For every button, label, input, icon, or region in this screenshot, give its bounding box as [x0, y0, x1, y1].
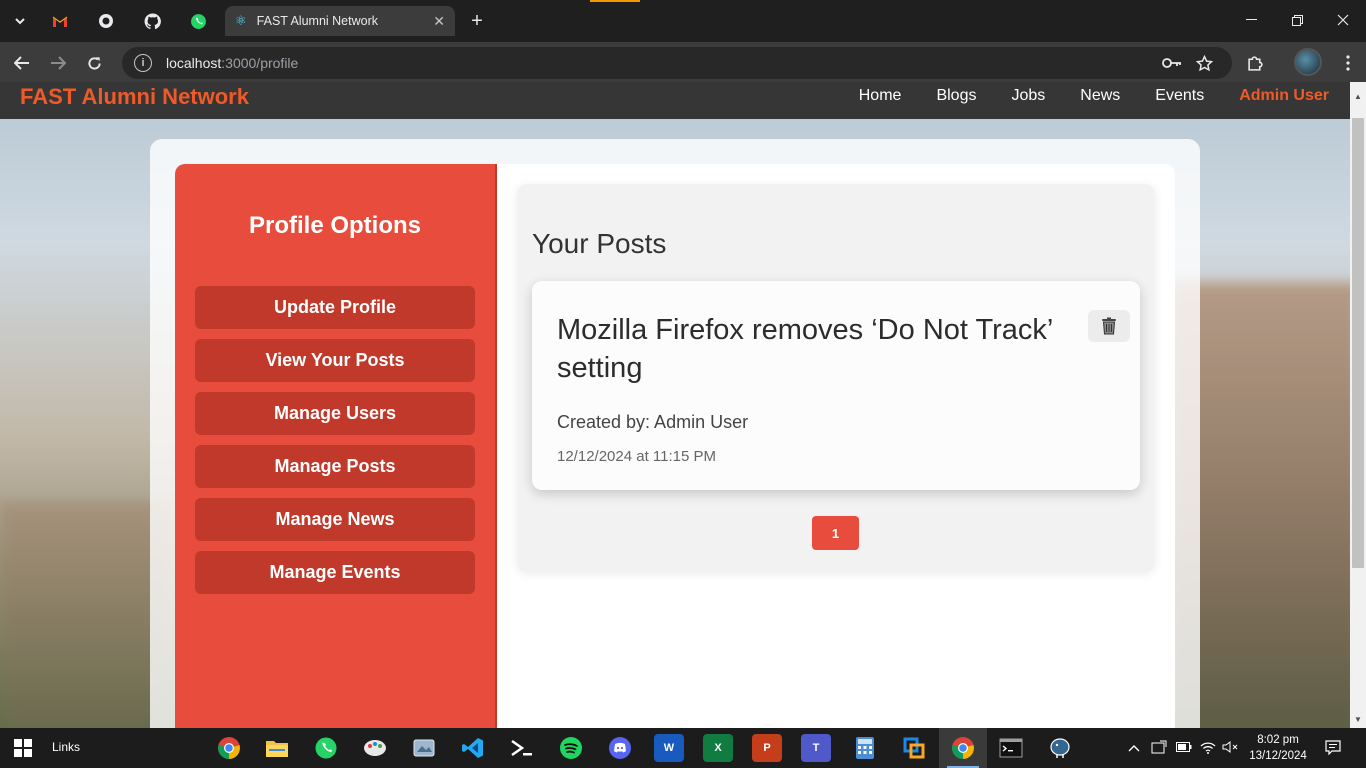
gmail-icon[interactable]	[48, 9, 72, 33]
nav-blogs[interactable]: Blogs	[936, 87, 976, 105]
scroll-up-arrow-icon[interactable]: ▲	[1350, 88, 1366, 104]
nav-jobs[interactable]: Jobs	[1011, 87, 1045, 105]
site-brand[interactable]: FAST Alumni Network	[20, 84, 249, 110]
react-favicon-icon: ⚛	[235, 13, 247, 28]
update-profile-button[interactable]: Update Profile	[195, 286, 475, 329]
speaker-muted-icon[interactable]	[1222, 740, 1238, 757]
word-app-icon[interactable]: W	[654, 734, 684, 762]
whatsapp-app-icon[interactable]	[311, 734, 341, 762]
windows-terminal-preview-icon[interactable]	[507, 734, 537, 762]
calculator-app-icon[interactable]	[850, 734, 880, 762]
virtualbox-app-icon[interactable]	[899, 734, 929, 762]
windows-taskbar: Links W X P T 8:02 pm 13/12/2024	[0, 728, 1366, 768]
post-card: Mozilla Firefox removes ‘Do Not Track’ s…	[532, 281, 1140, 490]
restore-window-icon[interactable]	[1274, 0, 1320, 40]
manage-news-button[interactable]: Manage News	[195, 498, 475, 541]
teams-app-icon[interactable]: T	[801, 734, 831, 762]
sidebar-title: Profile Options	[248, 212, 421, 239]
file-explorer-icon[interactable]	[262, 734, 292, 762]
post-title: Mozilla Firefox removes ‘Do Not Track’ s…	[557, 314, 1053, 384]
profile-inner-card: Profile Options Update Profile View Your…	[175, 164, 1175, 728]
tab-close-icon[interactable]: ✕	[433, 13, 445, 30]
extensions-puzzle-icon[interactable]	[1243, 51, 1267, 75]
tab-strip-accent	[590, 0, 640, 2]
minimize-window-icon[interactable]	[1228, 0, 1274, 40]
powerpoint-app-icon[interactable]: P	[752, 734, 782, 762]
chrome-active-app-icon[interactable]	[948, 734, 978, 762]
notification-center-icon[interactable]	[1325, 740, 1341, 758]
close-window-icon[interactable]	[1320, 0, 1366, 40]
password-key-icon[interactable]	[1162, 47, 1182, 79]
system-clock[interactable]: 8:02 pm 13/12/2024	[1248, 732, 1308, 764]
command-prompt-icon[interactable]	[996, 734, 1026, 762]
posts-heading: Your Posts	[532, 228, 667, 259]
delete-post-button[interactable]	[1088, 310, 1130, 342]
wifi-icon[interactable]	[1200, 740, 1216, 757]
forward-arrow-icon[interactable]	[46, 51, 70, 75]
vscode-app-icon[interactable]	[458, 734, 488, 762]
scroll-down-arrow-icon[interactable]: ▼	[1350, 711, 1366, 727]
scrollbar-thumb[interactable]	[1352, 118, 1364, 568]
post-date: 12/12/2024 at 11:15 PM	[557, 448, 717, 465]
url-bar[interactable]: i localhost:3000/profile	[122, 47, 1232, 79]
tray-app-icon[interactable]	[1151, 740, 1167, 758]
whatsapp-icon[interactable]	[186, 9, 210, 33]
windows-start-icon[interactable]	[14, 739, 32, 762]
bookmark-star-icon[interactable]	[1196, 47, 1213, 79]
discord-app-icon[interactable]	[605, 734, 635, 762]
manage-users-button[interactable]: Manage Users	[195, 392, 475, 435]
nav-news[interactable]: News	[1080, 87, 1120, 105]
manage-posts-button[interactable]: Manage Posts	[195, 445, 475, 488]
battery-icon[interactable]	[1176, 740, 1192, 755]
pgadmin-elephant-icon[interactable]	[1045, 734, 1075, 762]
browser-menu-kebab-icon[interactable]	[1336, 51, 1360, 75]
view-your-posts-button[interactable]: View Your Posts	[195, 339, 475, 382]
snipping-tool-icon[interactable]	[409, 734, 439, 762]
tab-title: FAST Alumni Network	[256, 14, 378, 28]
site-navbar: FAST Alumni Network Home Blogs Jobs News…	[0, 82, 1350, 119]
clock-time: 8:02 pm	[1257, 734, 1299, 746]
clock-date: 13/12/2024	[1249, 750, 1307, 762]
active-browser-tab[interactable]: ⚛ FAST Alumni Network ✕	[225, 6, 455, 36]
url-path: :3000/profile	[221, 55, 299, 71]
reload-icon[interactable]	[82, 51, 106, 75]
background-photo-left	[0, 502, 170, 728]
chrome-app-icon[interactable]	[214, 734, 244, 762]
posts-panel: Your Posts Mozilla Firefox removes ‘Do N…	[517, 184, 1155, 572]
links-toolbar[interactable]: Links	[52, 740, 80, 754]
nav-home[interactable]: Home	[859, 87, 902, 105]
new-tab-plus-icon[interactable]: +	[465, 9, 489, 33]
tab-search-chevron-down-icon[interactable]	[8, 9, 32, 33]
paint-app-icon[interactable]	[360, 734, 390, 762]
chatgpt-icon[interactable]	[94, 9, 118, 33]
manage-events-button[interactable]: Manage Events	[195, 551, 475, 594]
back-arrow-icon[interactable]	[10, 51, 34, 75]
browser-address-toolbar: i localhost:3000/profile	[0, 42, 1366, 82]
excel-app-icon[interactable]: X	[703, 734, 733, 762]
tray-overflow-chevron-icon[interactable]	[1128, 740, 1140, 755]
profile-sidebar: Profile Options Update Profile View Your…	[175, 164, 497, 728]
trash-icon	[1102, 317, 1116, 335]
nav-user-profile[interactable]: Admin User	[1239, 87, 1329, 105]
spotify-app-icon[interactable]	[556, 734, 586, 762]
page-viewport: FAST Alumni Network Home Blogs Jobs News…	[0, 82, 1350, 728]
site-nav-menu: Home Blogs Jobs News Events Admin User	[824, 87, 1329, 105]
browser-tab-bar: ⚛ FAST Alumni Network ✕ +	[0, 0, 1366, 42]
url-host: localhost	[166, 55, 222, 71]
github-icon[interactable]	[140, 9, 164, 33]
nav-events[interactable]: Events	[1155, 87, 1204, 105]
post-author: Created by: Admin User	[557, 412, 749, 432]
pagination-page-button[interactable]: 1	[812, 516, 859, 550]
site-info-icon[interactable]: i	[134, 54, 152, 72]
browser-profile-avatar[interactable]	[1294, 48, 1322, 76]
